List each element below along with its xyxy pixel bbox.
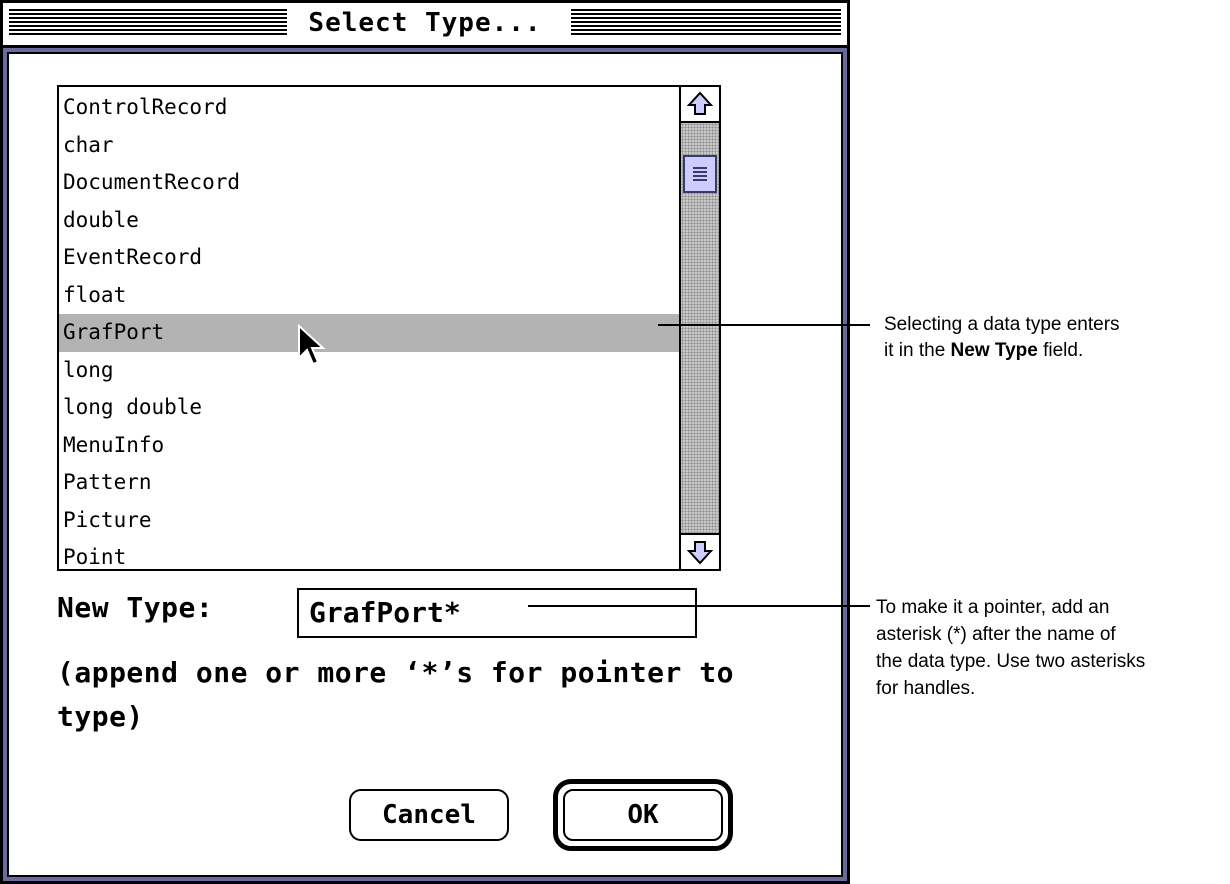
ok-default-ring[interactable]: OK [553,779,733,851]
selection-callout-line [658,324,870,326]
pointer-callout-text: To make it a pointer, add an asterisk (*… [876,594,1228,702]
selection-callout-line2: it in the New Type field. [884,340,1084,361]
list-item[interactable]: EventRecord [59,239,679,277]
cancel-button[interactable]: Cancel [349,789,509,841]
pointer-callout-line: for handles. [876,678,976,699]
list-item[interactable]: double [59,202,679,240]
pointer-callout-line: To make it a pointer, add an [876,597,1110,618]
scroll-up-button[interactable] [681,87,719,123]
select-type-dialog: Select Type... ControlRecord char Docume… [0,0,850,884]
list-item[interactable]: DocumentRecord [59,164,679,202]
type-list[interactable]: ControlRecord char DocumentRecord double… [57,85,721,571]
selection-callout-line1: Selecting a data type enters [884,314,1120,335]
title-bar[interactable]: Select Type... [3,3,847,48]
list-item[interactable]: float [59,277,679,315]
list-item[interactable]: Point [59,539,679,577]
scroll-down-button[interactable] [681,533,719,569]
new-type-field[interactable]: GrafPort* [297,588,697,638]
dialog-title: Select Type... [294,8,556,38]
list-item-selected[interactable]: GrafPort [59,314,679,352]
down-arrow-icon [687,541,713,565]
pointer-callout-line: asterisk (*) after the name of [876,624,1116,645]
list-item[interactable]: MenuInfo [59,427,679,465]
list-scrollbar[interactable] [679,87,719,569]
list-item[interactable]: long double [59,389,679,427]
list-item[interactable]: char [59,127,679,165]
ok-button[interactable]: OK [563,789,723,841]
scroll-thumb-grip-icon [693,167,707,181]
pointer-callout-line [528,605,870,607]
pointer-callout-line: the data type. Use two asterisks [876,651,1146,672]
up-arrow-icon [687,91,713,115]
selection-callout-text: Selecting a data type enters it in the N… [884,312,1224,364]
list-item[interactable]: long [59,352,679,390]
list-item[interactable]: ControlRecord [59,89,679,127]
new-type-label: New Type: [57,591,214,624]
mouse-pointer-icon [298,324,326,366]
list-item[interactable]: Pattern [59,464,679,502]
pointer-hint-text: (append one or more ‘*’s for pointer to … [57,656,734,733]
list-item[interactable]: Picture [59,502,679,540]
scroll-thumb[interactable] [683,155,717,193]
